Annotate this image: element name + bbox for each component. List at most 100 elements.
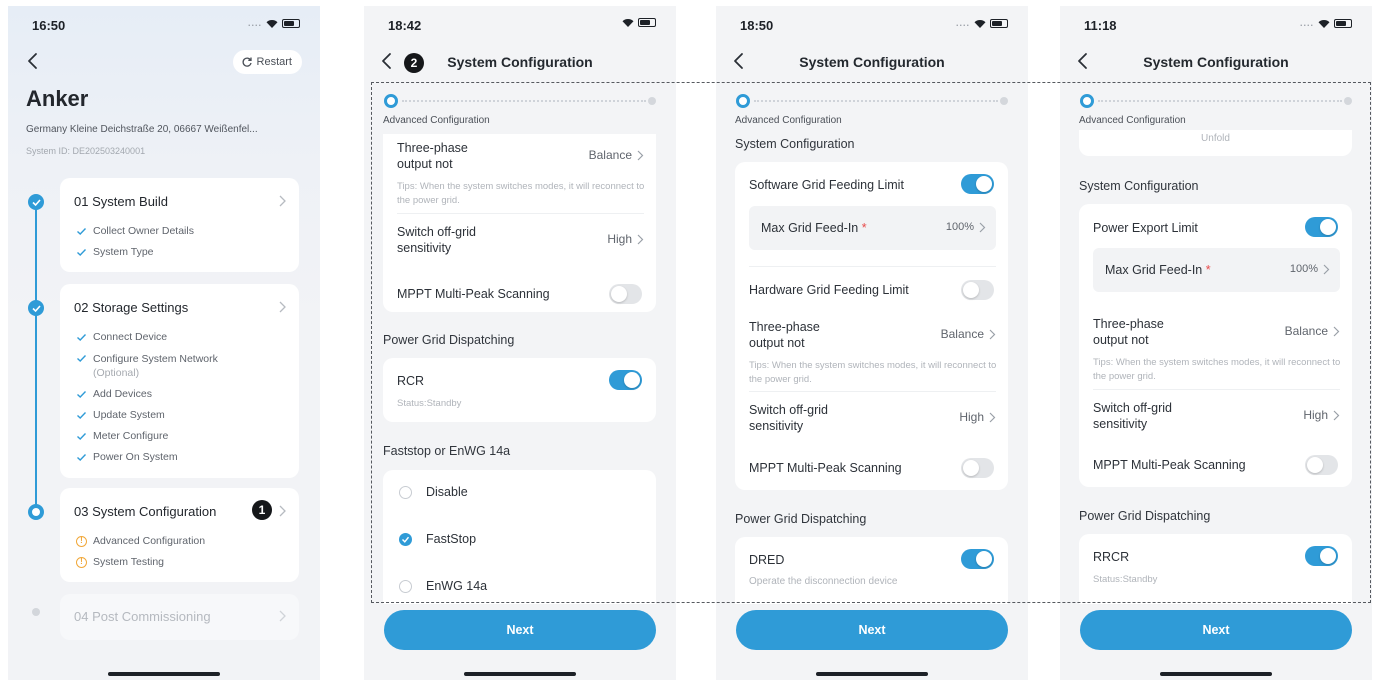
restart-label: Restart (256, 56, 292, 68)
system-address: Germany Kleine Deichstraße 20, 06667 Wei… (26, 124, 258, 135)
dred-description: Operate the disconnection device (749, 576, 898, 587)
status-bar: 18:50 .... (736, 18, 1008, 34)
progress-track (754, 100, 998, 102)
next-button[interactable]: Next (1080, 610, 1352, 650)
chevron-right-icon (279, 505, 286, 517)
hardware-limit-toggle[interactable] (961, 280, 994, 300)
dred-toggle[interactable] (961, 549, 994, 569)
max-feed-label: Max Grid Feed-In * (761, 221, 867, 235)
back-arrow-icon[interactable] (24, 52, 42, 70)
power-export-toggle[interactable] (1305, 217, 1338, 237)
rrcr-toggle[interactable] (1305, 546, 1338, 566)
status-icons: .... (1300, 18, 1352, 28)
switch-offgrid-select[interactable]: High (1303, 408, 1340, 422)
page-title: System Configuration (447, 54, 593, 70)
chevron-right-icon (1333, 410, 1340, 420)
check-icon (77, 249, 87, 256)
config-card: Software Grid Feeding Limit Max Grid Fee… (735, 162, 1008, 490)
max-grid-feed-row[interactable]: Max Grid Feed-In * 100% (1093, 248, 1340, 292)
collapsed-card: Unfold (1079, 130, 1352, 156)
three-phase-select[interactable]: Balance (941, 327, 996, 341)
max-feed-value: 100% (1290, 263, 1330, 275)
step-subitem: Collect Owner Details (76, 225, 194, 237)
radio-label: FastStop (426, 532, 477, 546)
mppt-label: MPPT Multi-Peak Scanning (397, 287, 550, 301)
three-phase-select[interactable]: Balance (589, 148, 644, 162)
step-pending-icon (32, 608, 40, 616)
progress-current-dot (736, 94, 750, 108)
mppt-toggle[interactable] (609, 284, 642, 304)
home-indicator (464, 672, 576, 676)
chevron-right-icon (989, 412, 996, 422)
step-title: 04 Post Commissioning (74, 609, 211, 624)
step-title: 02 Storage Settings (74, 300, 189, 315)
software-limit-toggle[interactable] (961, 174, 994, 194)
divider (749, 266, 996, 267)
mppt-toggle[interactable] (961, 458, 994, 478)
step-card-storage-settings[interactable]: 02 Storage Settings Connect Device Confi… (60, 284, 299, 478)
rcr-toggle[interactable] (609, 370, 642, 390)
step-subitem: Connect Device (76, 331, 167, 343)
check-icon (77, 355, 87, 362)
check-icon (77, 334, 87, 341)
mppt-toggle[interactable] (1305, 455, 1338, 475)
status-time: 11:18 (1084, 18, 1117, 33)
step-card-post-commissioning[interactable]: 04 Post Commissioning (60, 594, 299, 640)
tips-text: Tips: When the system switches modes, it… (397, 181, 645, 206)
home-indicator (108, 672, 220, 676)
chevron-right-icon (637, 234, 644, 244)
home-indicator (816, 672, 928, 676)
home-indicator (1160, 672, 1272, 676)
battery-icon (1334, 18, 1352, 28)
restart-icon (242, 57, 252, 67)
chevron-right-icon (979, 222, 986, 232)
battery-icon (282, 18, 300, 28)
check-icon (77, 391, 87, 398)
step-title: 01 System Build (74, 194, 168, 209)
hardware-limit-label: Hardware Grid Feeding Limit (749, 283, 909, 297)
radio-label: EnWG 14a (426, 579, 488, 593)
step-title: 03 System Configuration (74, 504, 217, 519)
status-time: 18:42 (388, 18, 422, 33)
rcr-label: RCR (397, 374, 425, 388)
step-card-system-build[interactable]: 01 System Build Collect Owner Details Sy… (60, 178, 299, 272)
wifi-icon (1318, 19, 1330, 28)
progress-stepper (736, 94, 1008, 108)
progress-end-dot (648, 97, 656, 105)
signal-icon: .... (247, 18, 262, 28)
next-button[interactable]: Next (736, 610, 1008, 650)
switch-offgrid-select[interactable]: High (959, 410, 996, 424)
max-grid-feed-row[interactable]: Max Grid Feed-In * 100% (749, 206, 996, 250)
max-feed-value: 100% (946, 221, 986, 233)
progress-label: Advanced Configuration (735, 115, 842, 126)
step-subitem: Meter Configure (76, 430, 168, 442)
restart-button[interactable]: Restart (232, 50, 302, 74)
switch-offgrid-select[interactable]: High (607, 232, 644, 246)
faststop-card: Disable FastStop EnWG 14a (383, 470, 656, 604)
tips-text: Tips: When the system switches modes, it… (1093, 357, 1341, 382)
status-bar: 11:18 .... (1080, 18, 1352, 34)
status-icons: .... (248, 18, 300, 28)
software-limit-label: Software Grid Feeding Limit (749, 178, 904, 192)
unfold-link[interactable]: Unfold (1079, 133, 1352, 144)
radio-faststop[interactable] (399, 533, 412, 546)
three-phase-select[interactable]: Balance (1285, 324, 1340, 338)
status-icons (622, 18, 656, 27)
wifi-icon (266, 19, 278, 28)
check-icon (77, 454, 87, 461)
radio-label: Disable (426, 485, 468, 499)
mppt-label: MPPT Multi-Peak Scanning (749, 461, 902, 475)
check-icon (77, 228, 87, 235)
next-button[interactable]: Next (384, 610, 656, 650)
page-title: System Configuration (1143, 54, 1289, 70)
brand-title: Anker (26, 86, 89, 111)
page-title: System Configuration (799, 54, 945, 70)
radio-enwg[interactable] (399, 580, 412, 593)
battery-icon (638, 18, 656, 27)
mppt-label: MPPT Multi-Peak Scanning (1093, 458, 1246, 472)
step-subitem: Update System (76, 409, 165, 421)
progress-track (1098, 100, 1342, 102)
radio-disable[interactable] (399, 486, 412, 499)
step-subitem: ! Advanced Configuration (76, 535, 205, 547)
progress-stepper (384, 94, 656, 108)
